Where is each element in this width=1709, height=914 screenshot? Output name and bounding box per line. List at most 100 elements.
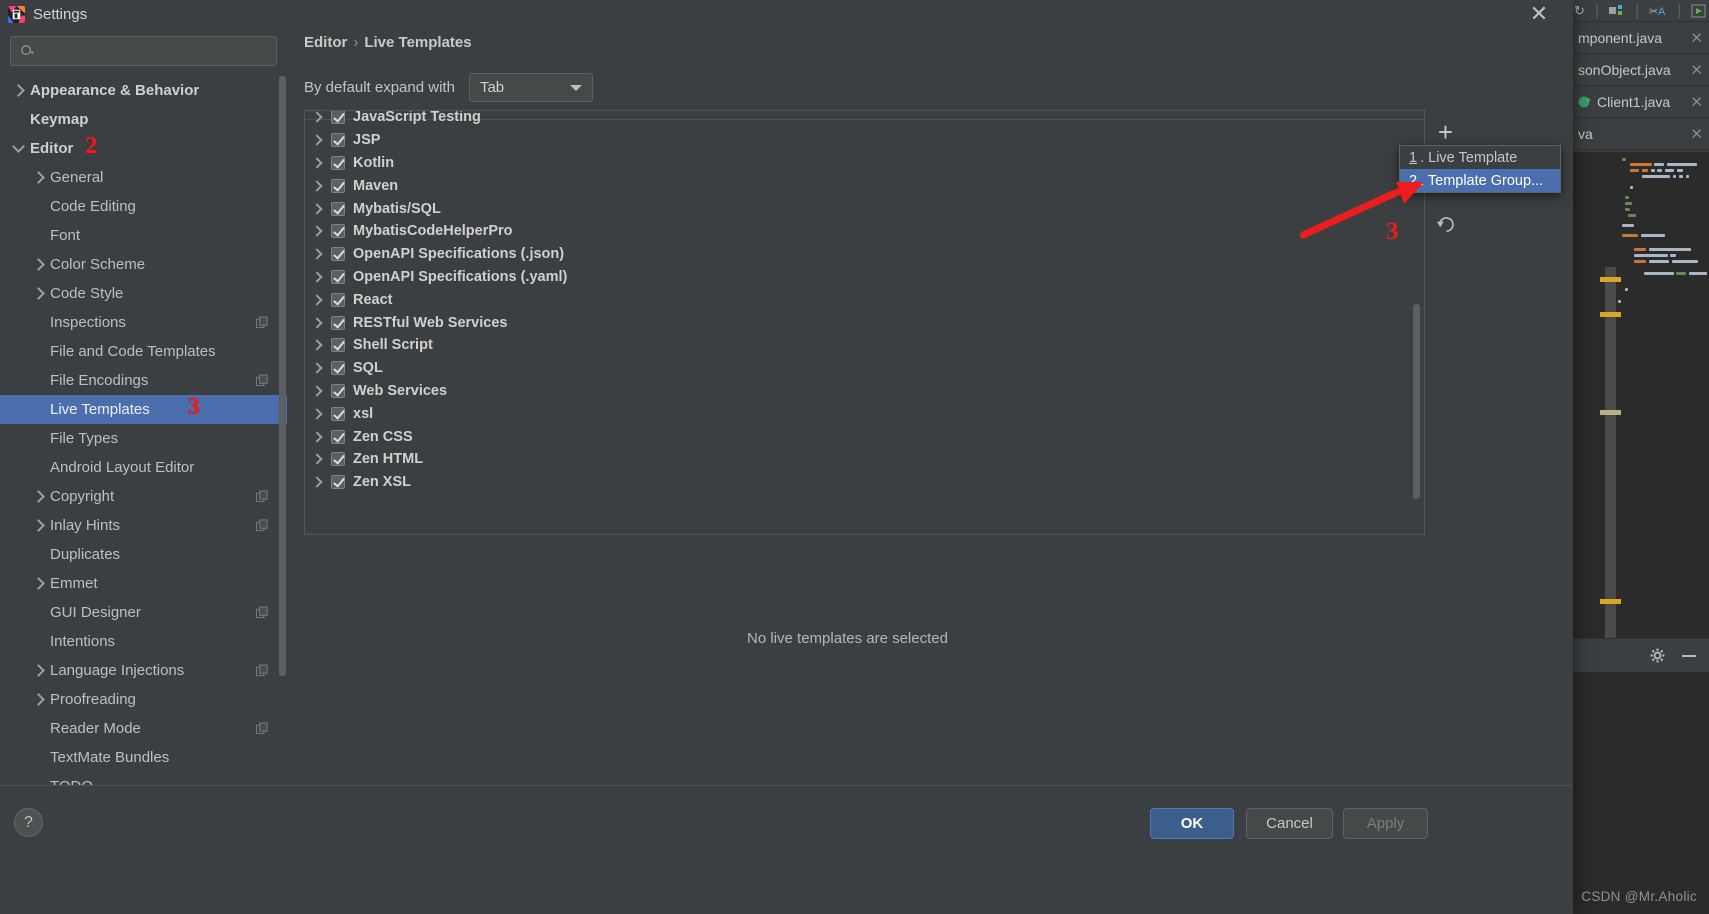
template-group-row[interactable]: JSP	[305, 129, 1424, 152]
template-group-row[interactable]: JavaScript Testing	[305, 110, 1424, 129]
template-group-row[interactable]: Maven	[305, 174, 1424, 197]
sidebar-item-editor[interactable]: Editor2	[0, 134, 287, 163]
chevron-right-icon[interactable]	[311, 317, 322, 328]
template-group-checkbox[interactable]	[331, 407, 345, 421]
template-group-checkbox[interactable]	[331, 430, 345, 444]
template-group-row[interactable]: SQL	[305, 357, 1424, 380]
chevron-right-icon[interactable]	[311, 112, 322, 123]
minimize-icon[interactable]	[1681, 649, 1697, 663]
ok-button[interactable]: OK	[1150, 808, 1234, 839]
sidebar-item-code-editing[interactable]: Code Editing	[0, 192, 287, 221]
template-group-checkbox[interactable]	[331, 316, 345, 330]
chevron-right-icon[interactable]	[32, 287, 45, 300]
sidebar-item-todo[interactable]: TODO	[0, 772, 287, 785]
template-group-row[interactable]: Kotlin	[305, 152, 1424, 175]
chevron-right-icon[interactable]	[32, 519, 45, 532]
template-group-checkbox[interactable]	[331, 361, 345, 375]
build-icon[interactable]	[1609, 4, 1625, 18]
chevron-right-icon[interactable]	[32, 693, 45, 706]
sidebar-item-gui-designer[interactable]: GUI Designer	[0, 598, 287, 627]
breadcrumb-parent[interactable]: Editor	[304, 34, 347, 51]
template-group-checkbox[interactable]	[331, 293, 345, 307]
chevron-right-icon[interactable]	[32, 171, 45, 184]
sidebar-item-inspections[interactable]: Inspections	[0, 308, 287, 337]
template-group-row[interactable]: Web Services	[305, 380, 1424, 403]
template-group-row[interactable]: OpenAPI Specifications (.yaml)	[305, 266, 1424, 289]
template-group-checkbox[interactable]	[331, 247, 345, 261]
cancel-button[interactable]: Cancel	[1246, 808, 1333, 839]
sidebar-item-android-layout-editor[interactable]: Android Layout Editor	[0, 453, 287, 482]
sidebar-item-textmate-bundles[interactable]: TextMate Bundles	[0, 743, 287, 772]
copy-settings-icon[interactable]	[256, 722, 269, 735]
editor-minimap[interactable]	[1570, 152, 1709, 638]
template-group-checkbox[interactable]	[331, 179, 345, 193]
copy-settings-icon[interactable]	[256, 374, 269, 387]
template-group-checkbox[interactable]	[331, 452, 345, 466]
template-group-checkbox[interactable]	[331, 338, 345, 352]
menu-item-live-template[interactable]: 1. Live Template	[1400, 146, 1560, 169]
copy-settings-icon[interactable]	[256, 664, 269, 677]
copy-settings-icon[interactable]	[256, 519, 269, 532]
chevron-right-icon[interactable]	[311, 340, 322, 351]
template-group-checkbox[interactable]	[331, 202, 345, 216]
chevron-right-icon[interactable]	[311, 454, 322, 465]
template-group-row[interactable]: Mybatis/SQL	[305, 197, 1424, 220]
sidebar-item-inlay-hints[interactable]: Inlay Hints	[0, 511, 287, 540]
template-group-row[interactable]: Shell Script	[305, 334, 1424, 357]
copy-settings-icon[interactable]	[256, 490, 269, 503]
copy-settings-icon[interactable]	[256, 606, 269, 619]
sidebar-item-live-templates[interactable]: Live Templates3	[0, 395, 287, 424]
chevron-right-icon[interactable]	[311, 476, 322, 487]
run-icon[interactable]	[1691, 4, 1707, 18]
chevron-right-icon[interactable]	[311, 135, 322, 146]
sidebar-item-reader-mode[interactable]: Reader Mode	[0, 714, 287, 743]
sidebar-item-proofreading[interactable]: Proofreading	[0, 685, 287, 714]
template-group-checkbox[interactable]	[331, 384, 345, 398]
help-button[interactable]: ?	[14, 808, 43, 837]
editor-scrollbar[interactable]	[1605, 267, 1616, 638]
template-group-checkbox[interactable]	[331, 224, 345, 238]
template-group-checkbox[interactable]	[331, 156, 345, 170]
chevron-down-icon[interactable]	[12, 140, 25, 153]
chevron-right-icon[interactable]	[311, 271, 322, 282]
template-group-row[interactable]: Zen CSS	[305, 425, 1424, 448]
search-input[interactable]	[35, 43, 276, 59]
sidebar-item-file-encodings[interactable]: File Encodings	[0, 366, 287, 395]
chevron-right-icon[interactable]	[311, 385, 322, 396]
gear-icon[interactable]	[1650, 648, 1665, 663]
template-group-row[interactable]: RESTful Web Services	[305, 311, 1424, 334]
chevron-right-icon[interactable]	[32, 258, 45, 271]
chevron-right-icon[interactable]	[32, 490, 45, 503]
editor-tab[interactable]: mponent.java ✕	[1570, 22, 1709, 54]
sidebar-item-file-types[interactable]: File Types	[0, 424, 287, 453]
chevron-right-icon[interactable]	[32, 577, 45, 590]
editor-tab[interactable]: va ✕	[1570, 118, 1709, 150]
chevron-right-icon[interactable]	[311, 226, 322, 237]
sidebar-item-code-style[interactable]: Code Style	[0, 279, 287, 308]
editor-tab[interactable]: sonObject.java ✕	[1570, 54, 1709, 86]
expand-with-select[interactable]: Tab	[469, 73, 593, 102]
sidebar-item-file-and-code-templates[interactable]: File and Code Templates	[0, 337, 287, 366]
template-group-row[interactable]: Zen HTML	[305, 448, 1424, 471]
revert-button[interactable]	[1425, 204, 1466, 244]
template-group-checkbox[interactable]	[331, 475, 345, 489]
sidebar-item-general[interactable]: General	[0, 163, 287, 192]
sidebar-item-appearance-behavior[interactable]: Appearance & Behavior	[0, 76, 287, 105]
sidebar-item-color-scheme[interactable]: Color Scheme	[0, 250, 287, 279]
template-group-row[interactable]: React	[305, 288, 1424, 311]
sidebar-scrollbar[interactable]	[279, 76, 286, 676]
sidebar-item-font[interactable]: Font	[0, 221, 287, 250]
close-icon[interactable]: ✕	[1690, 61, 1703, 79]
chevron-right-icon[interactable]	[311, 362, 322, 373]
translate-icon[interactable]: ✂A	[1649, 4, 1667, 18]
undo-toolbar-icon[interactable]: ↻	[1574, 3, 1585, 19]
template-group-checkbox[interactable]	[331, 270, 345, 284]
template-group-row[interactable]: OpenAPI Specifications (.json)	[305, 243, 1424, 266]
close-icon[interactable]: ✕	[1519, 0, 1559, 28]
chevron-right-icon[interactable]	[311, 157, 322, 168]
sidebar-item-copyright[interactable]: Copyright	[0, 482, 287, 511]
search-box[interactable]	[10, 36, 277, 66]
close-icon[interactable]: ✕	[1690, 93, 1703, 111]
chevron-right-icon[interactable]	[311, 249, 322, 260]
template-group-row[interactable]: MybatisCodeHelperPro	[305, 220, 1424, 243]
